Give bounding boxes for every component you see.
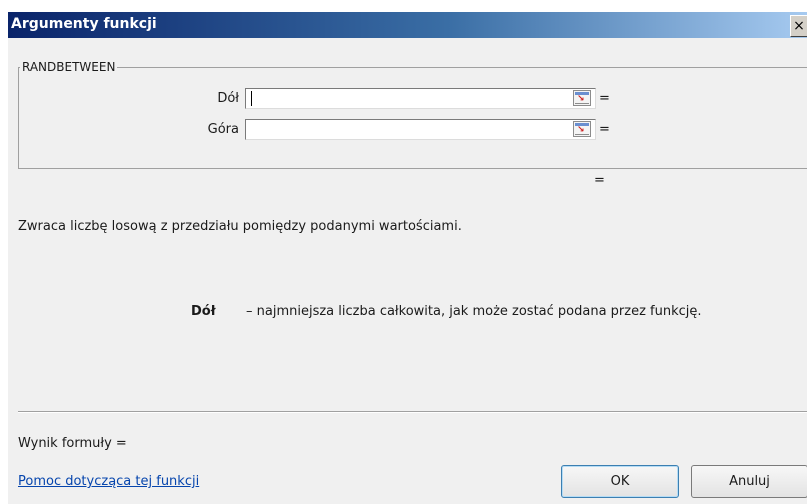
function-description: Zwraca liczbę losową z przedziału pomięd… bbox=[18, 219, 462, 234]
separator bbox=[18, 411, 807, 413]
collapse-dialog-button-gora[interactable]: ↘ bbox=[573, 121, 591, 137]
function-name: RANDBETWEEN bbox=[20, 60, 118, 74]
function-arguments-dialog: Argumenty funkcji × RANDBETWEEN Dół ↘ = … bbox=[8, 12, 807, 504]
argument-label-dol: Dół bbox=[217, 91, 239, 106]
cancel-button[interactable]: Anuluj bbox=[691, 465, 807, 498]
argument-help-text: – najmniejsza liczba całkowita, jak może… bbox=[246, 304, 702, 319]
argument-label-gora: Góra bbox=[207, 122, 239, 137]
dialog-title: Argumenty funkcji bbox=[11, 16, 157, 32]
collapse-dialog-button-dol[interactable]: ↘ bbox=[573, 90, 591, 106]
function-result: = bbox=[594, 173, 605, 188]
arguments-group bbox=[18, 67, 807, 169]
formula-result-label: Wynik formuły = bbox=[18, 436, 127, 451]
title-bar[interactable]: Argumenty funkcji × bbox=[8, 12, 807, 38]
close-icon: × bbox=[793, 18, 805, 34]
help-link[interactable]: Pomoc dotycząca tej funkcji bbox=[18, 474, 199, 489]
argument-result-gora: = bbox=[599, 122, 610, 137]
text-caret bbox=[251, 91, 252, 106]
argument-input-gora[interactable] bbox=[245, 119, 596, 140]
close-button[interactable]: × bbox=[790, 15, 807, 37]
ok-button[interactable]: OK bbox=[561, 465, 679, 498]
argument-help-name: Dół bbox=[191, 304, 216, 319]
argument-result-dol: = bbox=[599, 91, 610, 106]
argument-input-dol[interactable] bbox=[245, 88, 596, 109]
